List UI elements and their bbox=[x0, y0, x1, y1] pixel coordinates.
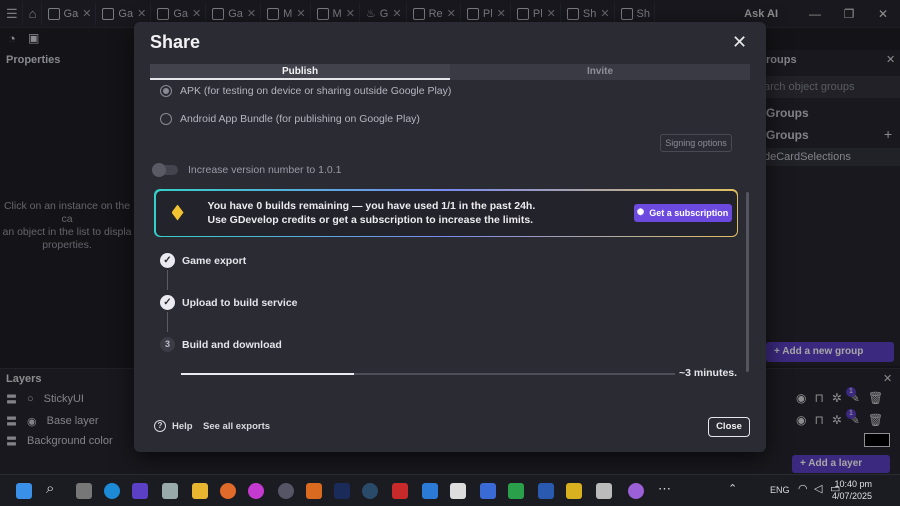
dialog-tabs: Publish Invite bbox=[150, 64, 750, 80]
version-toggle-row[interactable]: Increase version number to 1.0.1 bbox=[152, 163, 342, 177]
close-button[interactable]: Close bbox=[708, 417, 750, 437]
option-apk[interactable]: APK (for testing on device or sharing ou… bbox=[160, 85, 451, 97]
wifi-icon[interactable]: ◠ bbox=[798, 482, 808, 495]
build-progress-fill bbox=[181, 373, 354, 375]
widgets-icon[interactable] bbox=[162, 483, 178, 499]
help-link[interactable]: ? Help bbox=[154, 420, 193, 432]
steam-icon[interactable] bbox=[362, 483, 378, 499]
share-dialog: Share ✕ Publish Invite APK (for testing … bbox=[134, 22, 766, 452]
capcut-icon[interactable] bbox=[450, 483, 466, 499]
banner-line-2: Use GDevelop credits or get a subscripti… bbox=[207, 213, 534, 226]
progress-eta: ~3 minutes. bbox=[679, 367, 738, 379]
app-icon[interactable] bbox=[480, 483, 496, 499]
dialog-close-icon[interactable]: ✕ bbox=[732, 32, 747, 53]
sparkle-icon: ✺ bbox=[636, 207, 645, 217]
windows-start-icon[interactable] bbox=[16, 483, 32, 499]
app-icon[interactable] bbox=[306, 483, 322, 499]
signing-options-button[interactable]: Signing options bbox=[660, 134, 732, 152]
app-icon[interactable] bbox=[392, 483, 408, 499]
help-icon: ? bbox=[154, 420, 166, 432]
step-number: 3 bbox=[160, 337, 175, 352]
gdevelop-icon[interactable] bbox=[132, 483, 148, 499]
step-connector bbox=[167, 312, 168, 332]
step-connector bbox=[167, 270, 168, 290]
version-toggle[interactable] bbox=[152, 163, 178, 177]
firefox-icon[interactable] bbox=[220, 483, 236, 499]
task-view-icon[interactable] bbox=[76, 483, 92, 499]
builds-limit-banner: You have 0 builds remaining — you have u… bbox=[154, 189, 738, 237]
radio-unselected[interactable] bbox=[160, 113, 172, 125]
step-game-export: ✓ Game export bbox=[160, 253, 246, 268]
tab-publish[interactable]: Publish bbox=[150, 64, 450, 80]
tab-invite[interactable]: Invite bbox=[450, 64, 750, 80]
edge-icon[interactable] bbox=[104, 483, 120, 499]
more-icon[interactable]: ⋯ bbox=[658, 481, 671, 497]
language-indicator[interactable]: ENG bbox=[770, 485, 790, 495]
vscode-icon[interactable] bbox=[422, 483, 438, 499]
file-explorer-icon[interactable] bbox=[192, 483, 208, 499]
grid-app-icon[interactable] bbox=[508, 483, 524, 499]
dialog-title: Share bbox=[150, 32, 201, 52]
volume-icon[interactable]: ◁ bbox=[814, 482, 822, 495]
check-icon: ✓ bbox=[160, 295, 175, 310]
app-icon[interactable] bbox=[278, 483, 294, 499]
check-icon: ✓ bbox=[160, 253, 175, 268]
gem-icon bbox=[171, 204, 184, 221]
radio-selected[interactable] bbox=[160, 85, 172, 97]
app-icon[interactable] bbox=[566, 483, 582, 499]
search-icon[interactable]: ⌕ bbox=[46, 480, 54, 497]
step-build: 3 Build and download bbox=[160, 337, 282, 352]
animate-icon[interactable] bbox=[334, 483, 350, 499]
build-progress-bar bbox=[181, 373, 675, 375]
taskbar: ⌕ ⋯ ⌃ ENG ◠ ◁ ▭ bbox=[0, 474, 900, 506]
dialog-scrollbar[interactable] bbox=[746, 192, 749, 372]
app-icon[interactable] bbox=[248, 483, 264, 499]
word-icon[interactable] bbox=[538, 483, 554, 499]
get-subscription-button[interactable]: ✺ Get a subscription bbox=[633, 203, 732, 222]
option-aab[interactable]: Android App Bundle (for publishing on Go… bbox=[160, 113, 420, 125]
step-upload: ✓ Upload to build service bbox=[160, 295, 298, 310]
banner-line-1: You have 0 builds remaining — you have u… bbox=[207, 199, 536, 212]
taskbar-clock[interactable]: 10:40 pm 4/07/2025 bbox=[832, 478, 872, 502]
app-icon[interactable] bbox=[596, 483, 612, 499]
see-all-exports-link[interactable]: See all exports bbox=[203, 421, 270, 432]
media-player-icon[interactable] bbox=[628, 483, 644, 499]
chevron-up-icon[interactable]: ⌃ bbox=[728, 482, 737, 495]
